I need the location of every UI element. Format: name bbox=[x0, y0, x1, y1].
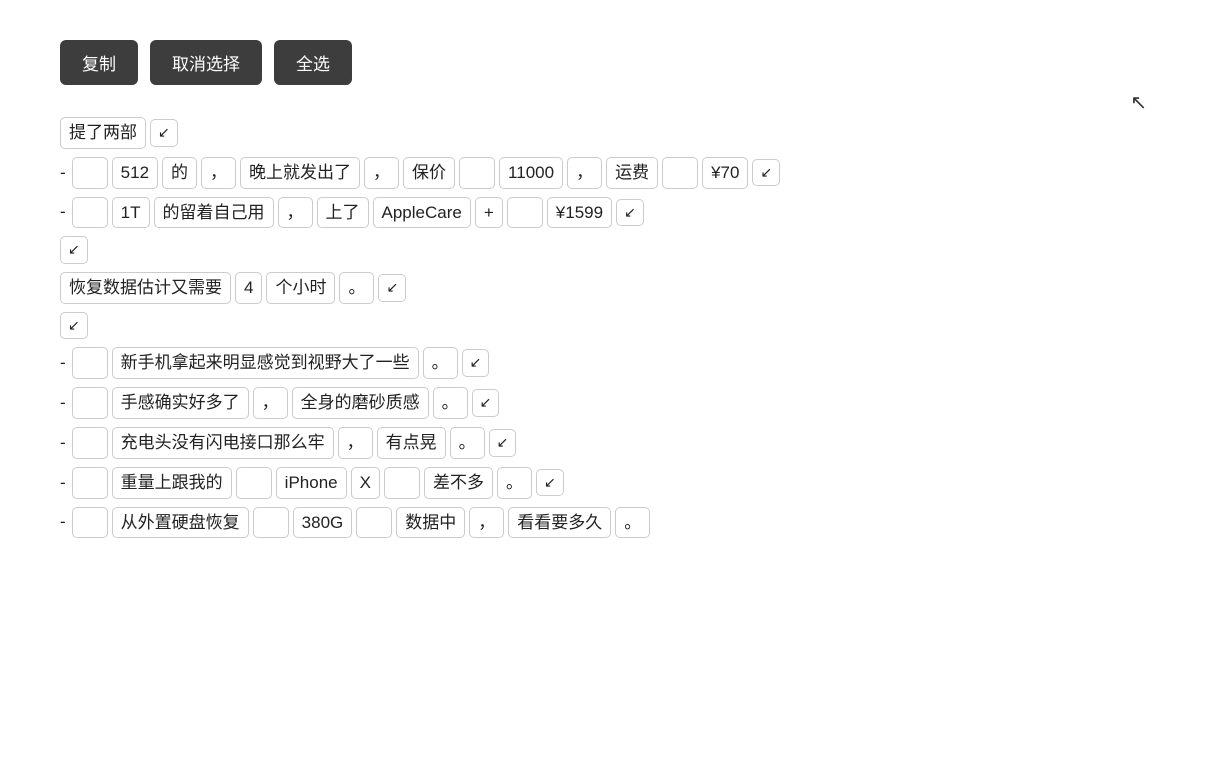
text-token[interactable]: ， bbox=[364, 157, 399, 189]
empty-token[interactable] bbox=[356, 507, 392, 539]
bullet-marker: - bbox=[60, 202, 66, 222]
empty-token[interactable] bbox=[236, 467, 272, 499]
text-token[interactable]: 11000 bbox=[499, 157, 563, 189]
empty-token[interactable] bbox=[507, 197, 543, 229]
cursor-icon: ↖ bbox=[1130, 90, 1147, 115]
text-token[interactable]: X bbox=[351, 467, 380, 499]
empty-token[interactable] bbox=[72, 467, 108, 499]
content-line-line4: ↙ bbox=[60, 236, 1147, 264]
text-token[interactable]: 数据中 bbox=[396, 507, 465, 539]
text-token[interactable]: 重量上跟我的 bbox=[112, 467, 232, 499]
text-token[interactable]: ， bbox=[338, 427, 373, 459]
empty-token[interactable] bbox=[72, 157, 108, 189]
text-token[interactable]: 1T bbox=[112, 197, 150, 229]
text-token[interactable]: 的留着自己用 bbox=[154, 197, 274, 229]
text-token[interactable]: 个小时 bbox=[266, 272, 335, 304]
text-token[interactable]: 。 bbox=[497, 467, 532, 499]
arrow-token[interactable]: ↙ bbox=[472, 389, 500, 417]
arrow-token[interactable]: ↙ bbox=[60, 312, 88, 340]
bullet-marker: - bbox=[60, 473, 66, 493]
text-token[interactable]: ， bbox=[253, 387, 288, 419]
empty-token[interactable] bbox=[253, 507, 289, 539]
arrow-token[interactable]: ↙ bbox=[616, 199, 644, 227]
arrow-token[interactable]: ↙ bbox=[378, 274, 406, 302]
arrow-token[interactable]: ↙ bbox=[60, 236, 88, 264]
text-token[interactable]: 512 bbox=[112, 157, 158, 189]
bullet-marker: - bbox=[60, 512, 66, 532]
text-token[interactable]: 上了 bbox=[317, 197, 369, 229]
text-token[interactable]: 。 bbox=[450, 427, 485, 459]
content-line-line10: - 重量上跟我的 iPhoneX 差不多。↙ bbox=[60, 467, 1147, 499]
text-token[interactable]: ， bbox=[469, 507, 504, 539]
content-line-line6: ↙ bbox=[60, 312, 1147, 340]
text-token[interactable]: AppleCare bbox=[373, 197, 471, 229]
bullet-marker: - bbox=[60, 353, 66, 373]
text-token[interactable]: 看看要多久 bbox=[508, 507, 611, 539]
text-token[interactable]: 新手机拿起来明显感觉到视野大了一些 bbox=[112, 347, 419, 379]
arrow-token[interactable]: ↙ bbox=[150, 119, 178, 147]
text-token[interactable]: 。 bbox=[423, 347, 458, 379]
arrow-token[interactable]: ↙ bbox=[462, 349, 490, 377]
text-token[interactable]: 运费 bbox=[606, 157, 658, 189]
text-token[interactable]: 。 bbox=[433, 387, 468, 419]
arrow-token[interactable]: ↙ bbox=[489, 429, 517, 457]
bullet-marker: - bbox=[60, 433, 66, 453]
content-line-line1: 提了两部↙ bbox=[60, 117, 1147, 149]
text-token[interactable]: 。 bbox=[615, 507, 650, 539]
text-token[interactable]: 全身的磨砂质感 bbox=[292, 387, 429, 419]
text-token[interactable]: + bbox=[475, 197, 503, 229]
content-line-line2: - 512的，晚上就发出了，保价 11000，运费 ¥70↙ bbox=[60, 157, 1147, 189]
text-token[interactable]: ， bbox=[567, 157, 602, 189]
text-token[interactable]: 380G bbox=[293, 507, 353, 539]
bullet-marker: - bbox=[60, 163, 66, 183]
empty-token[interactable] bbox=[72, 507, 108, 539]
text-token[interactable]: 有点晃 bbox=[377, 427, 446, 459]
text-token[interactable]: 晚上就发出了 bbox=[240, 157, 360, 189]
text-token[interactable]: iPhone bbox=[276, 467, 347, 499]
empty-token[interactable] bbox=[72, 347, 108, 379]
text-token[interactable]: 从外置硬盘恢复 bbox=[112, 507, 249, 539]
content-line-line3: - 1T的留着自己用，上了AppleCare+ ¥1599↙ bbox=[60, 197, 1147, 229]
bullet-marker: - bbox=[60, 393, 66, 413]
content-line-line5: 恢复数据估计又需要4个小时。↙ bbox=[60, 272, 1147, 304]
select-all-button[interactable]: 全选 bbox=[274, 40, 352, 85]
content-area: 提了两部↙- 512的，晚上就发出了，保价 11000，运费 ¥70↙- 1T的… bbox=[60, 117, 1147, 540]
content-line-line8: - 手感确实好多了，全身的磨砂质感。↙ bbox=[60, 387, 1147, 419]
content-line-line11: - 从外置硬盘恢复 380G 数据中，看看要多久。 bbox=[60, 507, 1147, 539]
empty-token[interactable] bbox=[662, 157, 698, 189]
text-token[interactable]: 保价 bbox=[403, 157, 455, 189]
arrow-token[interactable]: ↙ bbox=[752, 159, 780, 187]
text-token[interactable]: 的 bbox=[162, 157, 197, 189]
empty-token[interactable] bbox=[72, 427, 108, 459]
text-token[interactable]: 4 bbox=[235, 272, 262, 304]
text-token[interactable]: 恢复数据估计又需要 bbox=[60, 272, 231, 304]
copy-button[interactable]: 复制 bbox=[60, 40, 138, 85]
toolbar: 复制 取消选择 全选 bbox=[60, 40, 1147, 85]
text-token[interactable]: 手感确实好多了 bbox=[112, 387, 249, 419]
empty-token[interactable] bbox=[72, 387, 108, 419]
empty-token[interactable] bbox=[72, 197, 108, 229]
text-token[interactable]: ， bbox=[278, 197, 313, 229]
content-line-line7: - 新手机拿起来明显感觉到视野大了一些。↙ bbox=[60, 347, 1147, 379]
text-token[interactable]: 。 bbox=[339, 272, 374, 304]
content-line-line9: - 充电头没有闪电接口那么牢，有点晃。↙ bbox=[60, 427, 1147, 459]
arrow-token[interactable]: ↙ bbox=[536, 469, 564, 497]
text-token[interactable]: 提了两部 bbox=[60, 117, 146, 149]
text-token[interactable]: ¥70 bbox=[702, 157, 748, 189]
text-token[interactable]: ¥1599 bbox=[547, 197, 612, 229]
empty-token[interactable] bbox=[459, 157, 495, 189]
empty-token[interactable] bbox=[384, 467, 420, 499]
text-token[interactable]: ， bbox=[201, 157, 236, 189]
deselect-button[interactable]: 取消选择 bbox=[150, 40, 262, 85]
text-token[interactable]: 充电头没有闪电接口那么牢 bbox=[112, 427, 334, 459]
text-token[interactable]: 差不多 bbox=[424, 467, 493, 499]
